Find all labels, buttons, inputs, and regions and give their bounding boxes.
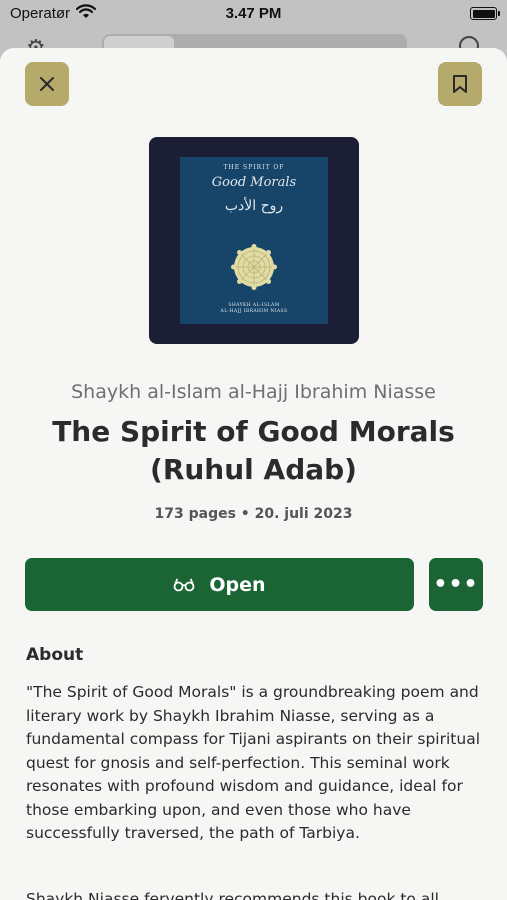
open-button[interactable]: Open — [25, 558, 414, 611]
book-cover-artwork: THE SPIRIT OF Good Morals روح الأدب SHAY… — [180, 157, 328, 324]
cover-author-line2: AL-HAJJ IBRAHIM NIASS — [220, 309, 288, 314]
book-cover[interactable]: THE SPIRIT OF Good Morals روح الأدب SHAY… — [149, 137, 359, 344]
battery-icon — [470, 7, 500, 20]
book-author[interactable]: Shaykh al-Islam al-Hajj Ibrahim Niasse — [0, 381, 507, 403]
clock: 3.47 PM — [225, 5, 282, 22]
book-meta: 173 pages • 20. juli 2023 — [154, 506, 353, 522]
more-options-button[interactable]: ••• — [429, 558, 483, 611]
status-bar: Operatør 3.47 PM — [0, 0, 507, 30]
bookmark-button[interactable] — [438, 62, 482, 106]
book-title: The Spirit of Good Morals (Ruhul Adab) — [52, 415, 455, 486]
cover-title-top: THE SPIRIT OF — [223, 164, 285, 171]
book-detail-sheet: THE SPIRIT OF Good Morals روح الأدب SHAY… — [0, 48, 507, 900]
about-heading: About — [26, 645, 84, 665]
close-button[interactable] — [25, 62, 69, 106]
cover-arabic-title: روح الأدب — [224, 198, 284, 214]
bookmark-icon — [453, 75, 467, 93]
more-icon: ••• — [433, 572, 479, 597]
close-icon — [40, 77, 54, 91]
about-description-continued: Shaykh Niasse fervently recommends this … — [26, 890, 439, 900]
open-button-label: Open — [209, 573, 266, 596]
reading-glasses-icon — [174, 578, 195, 591]
cover-title-main: Good Morals — [211, 175, 297, 190]
rosette-ornament — [231, 244, 277, 290]
cover-author: SHAYKH AL-ISLAM AL-HAJJ IBRAHIM NIASS — [180, 303, 328, 315]
about-description: "The Spirit of Good Morals" is a groundb… — [26, 683, 481, 842]
